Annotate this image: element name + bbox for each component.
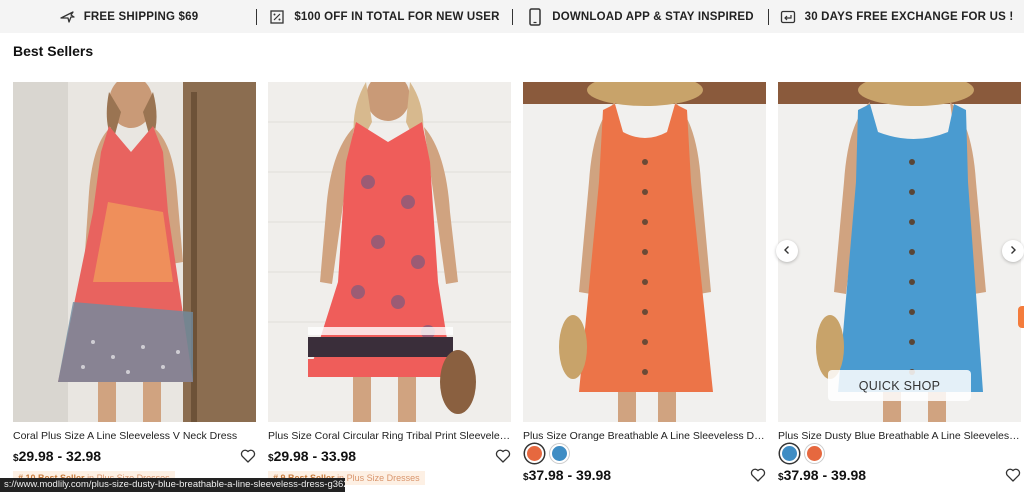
product-name[interactable]: Coral Plus Size A Line Sleeveless V Neck… — [13, 429, 256, 443]
swatch-orange[interactable] — [805, 444, 824, 463]
exchange-icon — [779, 8, 797, 26]
chevron-right-icon — [1008, 242, 1018, 260]
product-image[interactable] — [523, 82, 766, 422]
color-swatches — [780, 444, 1021, 463]
wishlist-heart-icon[interactable] — [1005, 467, 1021, 483]
promo-new-user-discount[interactable]: $100 OFF IN TOTAL FOR NEW USER — [256, 0, 512, 33]
product-name[interactable]: Plus Size Orange Breathable A Line Sleev… — [523, 429, 766, 443]
swatch-dusty-blue[interactable] — [550, 444, 569, 463]
promo-label: $100 OFF IN TOTAL FOR NEW USER — [294, 10, 500, 23]
product-image[interactable] — [13, 82, 256, 422]
product-card[interactable]: Plus Size Orange Breathable A Line Sleev… — [523, 82, 766, 484]
product-card[interactable]: QUICK SHOP Plus Size Dusty Blue Breathab… — [778, 82, 1021, 484]
color-swatches — [525, 444, 766, 463]
status-bar-url: s://www.modlily.com/plus-size-dusty-blue… — [0, 478, 345, 492]
product-price: $29.98 - 32.98 — [13, 448, 102, 464]
side-feedback-tab[interactable] — [1018, 306, 1024, 328]
product-name[interactable]: Plus Size Coral Circular Ring Tribal Pri… — [268, 429, 511, 443]
promo-free-exchange[interactable]: 30 DAYS FREE EXCHANGE FOR US ! — [768, 0, 1024, 33]
quick-shop-button[interactable]: QUICK SHOP — [828, 370, 971, 401]
airplane-icon — [58, 8, 76, 26]
product-name[interactable]: Plus Size Dusty Blue Breathable A Line S… — [778, 429, 1021, 443]
wishlist-heart-icon[interactable] — [240, 448, 256, 464]
swatch-dusty-blue[interactable] — [780, 444, 799, 463]
discount-tag-icon — [268, 8, 286, 26]
product-card[interactable]: Coral Plus Size A Line Sleeveless V Neck… — [13, 82, 256, 486]
wishlist-heart-icon[interactable] — [750, 467, 766, 483]
promo-download-app[interactable]: DOWNLOAD APP & STAY INSPIRED — [512, 0, 768, 33]
wishlist-heart-icon[interactable] — [495, 448, 511, 464]
promo-label: 30 DAYS FREE EXCHANGE FOR US ! — [804, 10, 1014, 23]
promo-free-shipping[interactable]: FREE SHIPPING $69 — [0, 0, 256, 33]
promo-bar: FREE SHIPPING $69 $100 OFF IN TOTAL FOR … — [0, 0, 1024, 33]
carousel-next-button[interactable] — [1002, 240, 1024, 262]
section-title: Best Sellers — [13, 43, 94, 59]
product-image[interactable] — [268, 82, 511, 422]
product-card[interactable]: Plus Size Coral Circular Ring Tribal Pri… — [268, 82, 511, 486]
carousel-prev-button[interactable] — [776, 240, 798, 262]
phone-icon — [526, 7, 544, 26]
chevron-left-icon — [782, 242, 792, 260]
product-price: $37.98 - 39.98 — [778, 467, 867, 483]
product-price: $29.98 - 33.98 — [268, 448, 357, 464]
promo-label: FREE SHIPPING $69 — [83, 10, 199, 23]
promo-label: DOWNLOAD APP & STAY INSPIRED — [552, 10, 754, 23]
product-image[interactable]: QUICK SHOP — [778, 82, 1021, 422]
swatch-orange[interactable] — [525, 444, 544, 463]
product-price: $37.98 - 39.98 — [523, 467, 612, 483]
